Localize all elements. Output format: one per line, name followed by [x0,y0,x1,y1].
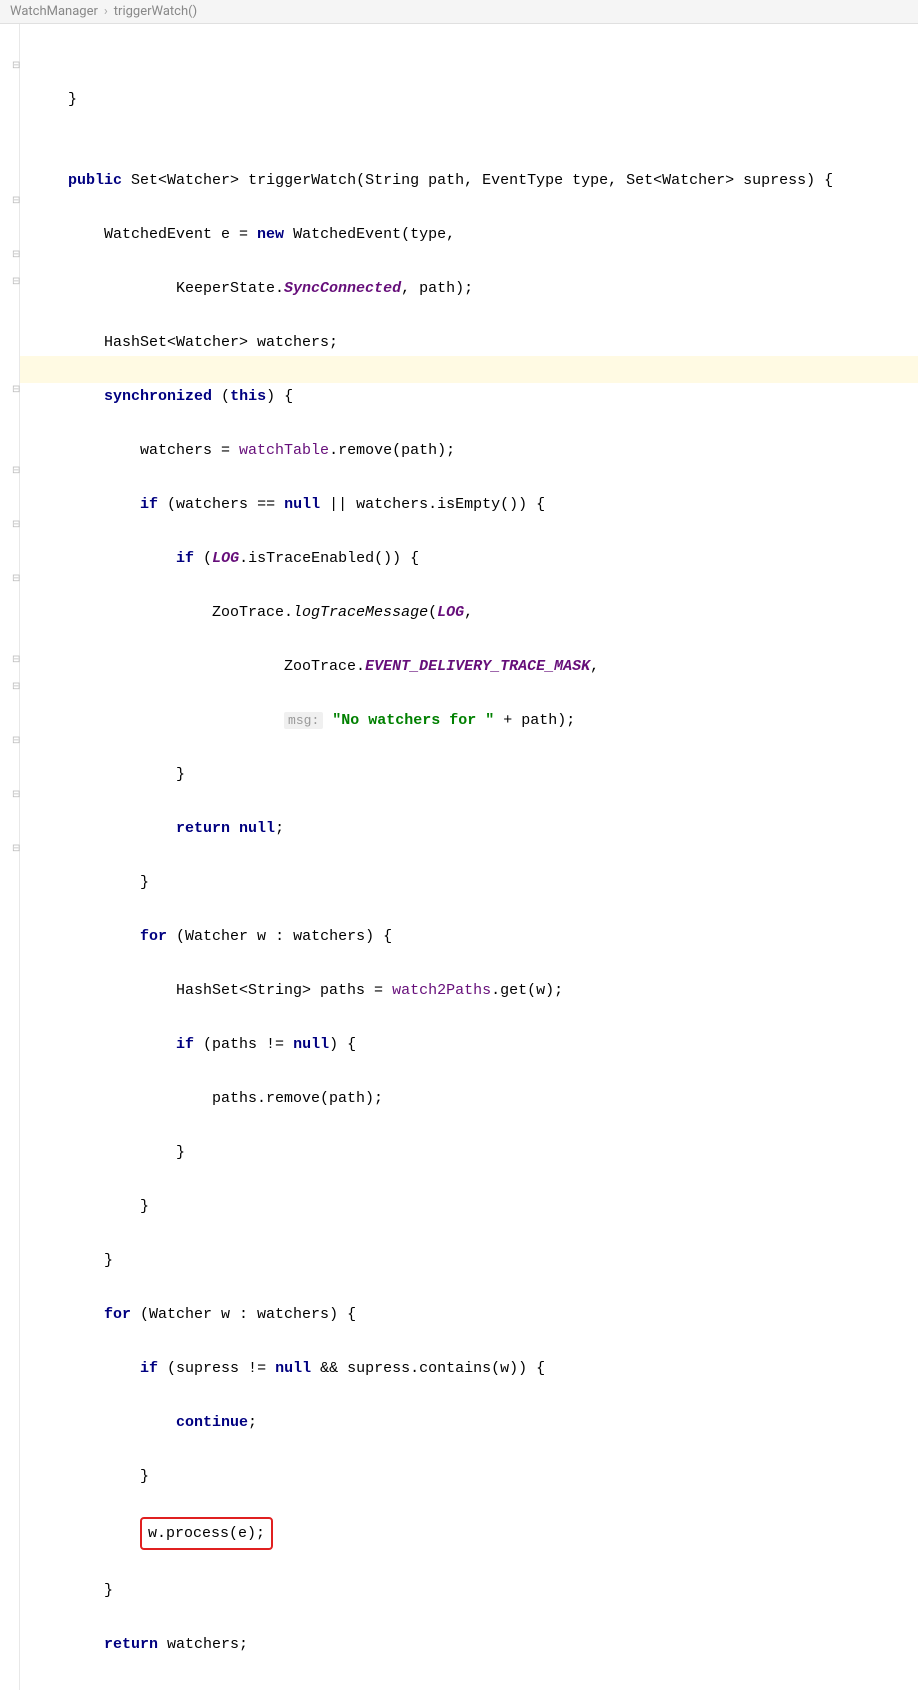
chevron-right-icon: › [104,4,108,19]
code-line: if (supress != null && supress.contains(… [32,1355,918,1382]
code-line: return watchers; [32,1631,918,1658]
fold-marker-icon[interactable]: ⊟ [12,63,20,71]
code-line: } [32,86,918,113]
code-line: } [32,1463,918,1490]
fold-marker-icon[interactable]: ⊟ [12,198,20,206]
code-line: for (Watcher w : watchers) { [32,1301,918,1328]
code-line: ZooTrace.logTraceMessage(LOG, [32,599,918,626]
breadcrumb: WatchManager › triggerWatch() [0,0,918,24]
fold-marker-icon[interactable]: ⊟ [12,252,20,260]
code-line: } [32,1685,918,1690]
code-line: } [32,869,918,896]
code-line: for (Watcher w : watchers) { [32,923,918,950]
code-line: if (watchers == null || watchers.isEmpty… [32,491,918,518]
code-line: HashSet<String> paths = watch2Paths.get(… [32,977,918,1004]
code-line: ZooTrace.EVENT_DELIVERY_TRACE_MASK, [32,653,918,680]
code-line: WatchedEvent e = new WatchedEvent(type, [32,221,918,248]
code-line: } [32,1139,918,1166]
fold-marker-icon[interactable]: ⊟ [12,387,20,395]
code-editor[interactable]: ⊟ ⊟ ⊟ ⊟ ⊟ ⊟ ⊟ ⊟ ⊟ ⊟ ⊟ ⊟ ⊟ } public Set<W… [0,24,918,1690]
code-line: watchers = watchTable.remove(path); [32,437,918,464]
fold-marker-icon[interactable]: ⊟ [12,468,20,476]
fold-marker-icon[interactable]: ⊟ [12,792,20,800]
fold-marker-icon[interactable]: ⊟ [12,522,20,530]
breadcrumb-method[interactable]: triggerWatch() [114,4,197,19]
fold-marker-icon[interactable]: ⊟ [12,684,20,692]
code-line: msg: "No watchers for " + path); [32,707,918,734]
code-line: paths.remove(path); [32,1085,918,1112]
breadcrumb-class[interactable]: WatchManager [10,4,98,19]
code-line: } [32,761,918,788]
code-line: HashSet<Watcher> watchers; [32,329,918,356]
fold-marker-icon[interactable]: ⊟ [12,846,20,854]
code-content[interactable]: } public Set<Watcher> triggerWatch(Strin… [20,24,918,1690]
code-line: } [32,1193,918,1220]
code-line: synchronized (this) { [32,383,918,410]
parameter-hint: msg: [284,712,323,729]
code-line: return null; [32,815,918,842]
fold-marker-icon[interactable]: ⊟ [12,657,20,665]
fold-marker-icon[interactable]: ⊟ [12,279,20,287]
highlighted-code-box: w.process(e); [140,1517,273,1550]
fold-marker-icon[interactable]: ⊟ [12,738,20,746]
code-line: w.process(e); [32,1517,918,1550]
code-line: if (LOG.isTraceEnabled()) { [32,545,918,572]
highlighted-line [20,356,918,383]
code-line: } [32,1577,918,1604]
code-line: public Set<Watcher> triggerWatch(String … [32,167,918,194]
code-line: KeeperState.SyncConnected, path); [32,275,918,302]
editor-gutter: ⊟ ⊟ ⊟ ⊟ ⊟ ⊟ ⊟ ⊟ ⊟ ⊟ ⊟ ⊟ ⊟ [0,24,20,1690]
code-line: continue; [32,1409,918,1436]
fold-marker-icon[interactable]: ⊟ [12,576,20,584]
code-line: if (paths != null) { [32,1031,918,1058]
code-line: } [32,1247,918,1274]
